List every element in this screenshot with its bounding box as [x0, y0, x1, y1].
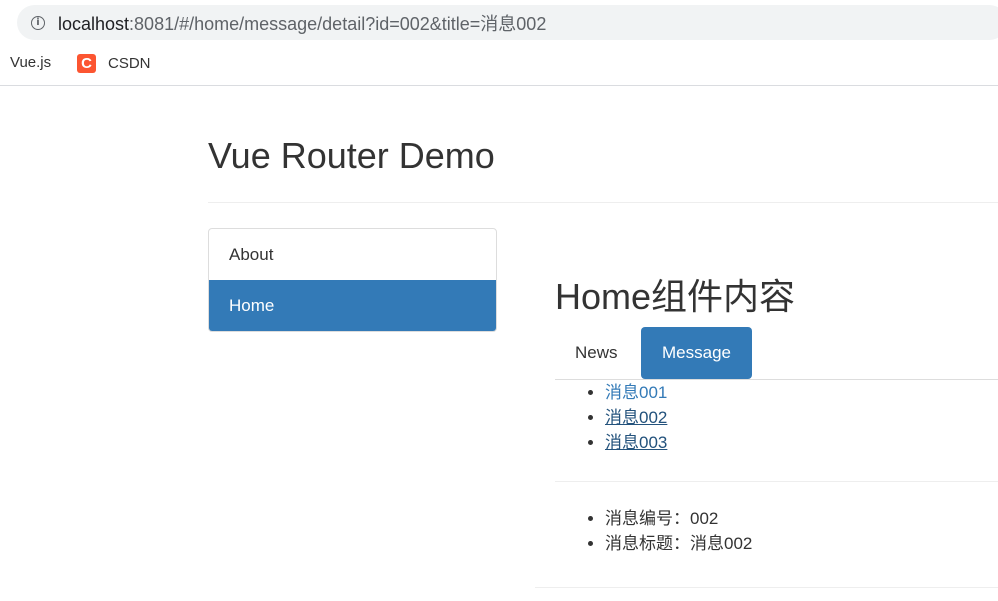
url-text[interactable]: localhost:8081/#/home/message/detail?id=…	[58, 10, 546, 36]
detail-title: 消息标题：消息002	[605, 531, 752, 556]
sidebar-item-home[interactable]: Home	[209, 280, 496, 331]
detail-divider	[555, 481, 998, 482]
tab-message[interactable]: Message	[641, 327, 752, 379]
message-link-002[interactable]: 消息002	[605, 408, 667, 427]
message-detail: 消息编号：002 消息标题：消息002	[585, 506, 752, 556]
csdn-icon: C	[77, 54, 96, 73]
bookmark-vuejs[interactable]: Vue.js	[10, 54, 51, 71]
address-bar[interactable]: i localhost:8081/#/home/message/detail?i…	[17, 5, 998, 40]
bookmark-label: CSDN	[108, 55, 151, 72]
detail-id: 消息编号：002	[605, 506, 752, 531]
message-list: 消息001 消息002 消息003	[585, 380, 667, 455]
sidebar-item-about[interactable]: About	[209, 229, 496, 280]
bookmarks-bar: Vue.js C CSDN	[0, 45, 998, 86]
page-title: Vue Router Demo	[208, 135, 495, 176]
url-host: localhost	[58, 13, 130, 34]
bookmark-label: Vue.js	[10, 54, 52, 71]
message-link-003[interactable]: 消息003	[605, 433, 667, 452]
message-link-001[interactable]: 消息001	[605, 383, 667, 402]
list-item: 消息003	[605, 430, 667, 455]
tab-news[interactable]: News	[575, 327, 618, 379]
url-path: :8081/#/home/message/detail?id=002&title…	[129, 13, 547, 34]
header-divider	[208, 202, 998, 203]
sidebar-nav: About Home	[208, 228, 497, 332]
home-tabs: News Message	[555, 327, 998, 380]
bookmark-csdn[interactable]: C CSDN	[77, 54, 151, 73]
list-item: 消息001	[605, 380, 667, 405]
list-item: 消息002	[605, 405, 667, 430]
panel-bottom-border	[535, 587, 998, 588]
home-heading: Home组件内容	[555, 276, 796, 317]
info-icon[interactable]: i	[31, 15, 45, 30]
